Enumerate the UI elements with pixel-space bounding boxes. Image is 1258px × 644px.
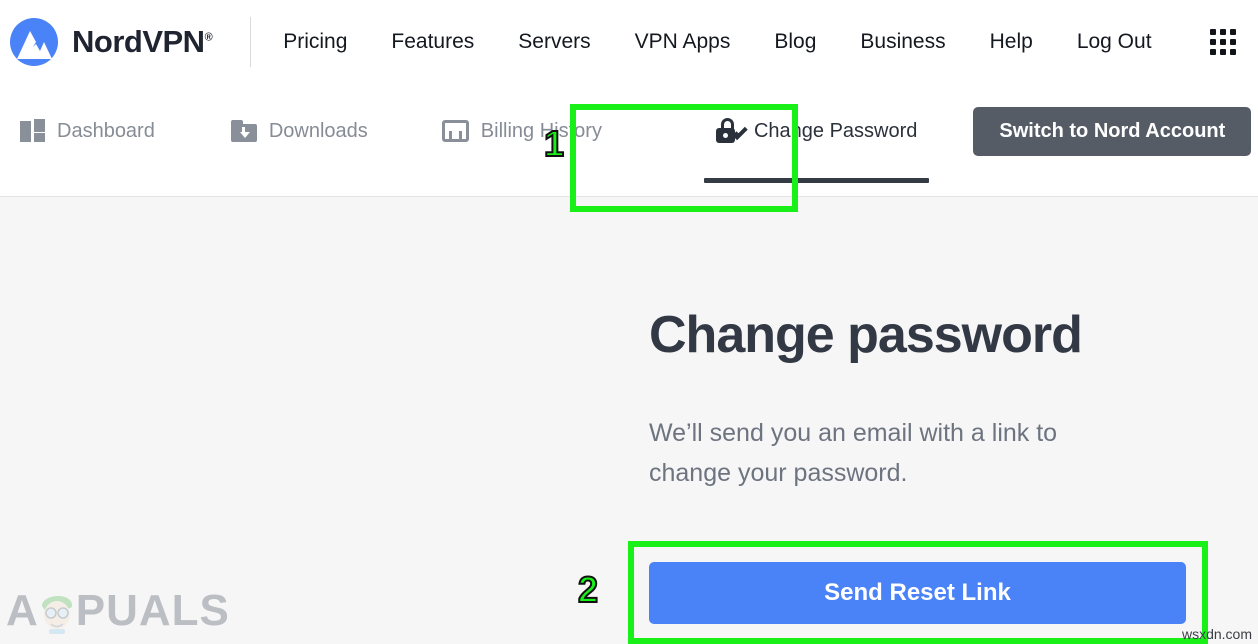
nav-link-servers[interactable]: Servers	[496, 30, 612, 54]
dashboard-grid-icon	[20, 118, 45, 142]
switch-to-nord-account-button[interactable]: Switch to Nord Account	[973, 107, 1252, 156]
page-description: We’ll send you an email with a link to c…	[649, 418, 1058, 488]
inbox-tray-icon	[441, 120, 469, 142]
top-header: NordVPN® Pricing Features Servers VPN Ap…	[0, 0, 1258, 83]
nav-link-vpn-apps[interactable]: VPN Apps	[613, 30, 753, 54]
brand-name: NordVPN®	[72, 23, 213, 59]
nav-link-help[interactable]: Help	[968, 30, 1055, 54]
active-tab-underline	[703, 178, 930, 183]
header-divider	[250, 16, 252, 67]
folder-download-icon	[230, 120, 257, 142]
main-navigation: Pricing Features Servers VPN Apps Blog B…	[261, 30, 1202, 54]
apps-grid-icon[interactable]	[1210, 28, 1236, 55]
tab-label-downloads: Downloads	[268, 119, 368, 142]
nav-link-business[interactable]: Business	[838, 30, 967, 54]
page-title: Change password	[649, 306, 1083, 364]
registered-mark: ®	[204, 31, 213, 44]
brand-logo[interactable]: NordVPN®	[6, 14, 213, 70]
nav-link-pricing[interactable]: Pricing	[261, 30, 369, 54]
lock-edit-icon	[715, 118, 748, 144]
sidebar-item-change-password[interactable]: Change Password	[703, 107, 930, 183]
nav-link-log-out[interactable]: Log Out	[1055, 30, 1174, 54]
nav-link-features[interactable]: Features	[369, 30, 496, 54]
send-reset-link-button[interactable]: Send Reset Link	[649, 562, 1186, 624]
change-password-panel: Change password We’ll send you an email …	[649, 308, 1189, 494]
nav-link-blog[interactable]: Blog	[752, 30, 838, 54]
sidebar-item-downloads[interactable]: Downloads	[219, 107, 380, 155]
sidebar-item-billing-history[interactable]: Billing History	[430, 107, 614, 155]
tab-label-billing-history: Billing History	[480, 119, 602, 142]
tab-label-change-password: Change Password	[753, 119, 918, 142]
sidebar-item-dashboard[interactable]: Dashboard	[8, 107, 167, 155]
tab-label-dashboard: Dashboard	[57, 119, 155, 142]
nordvpn-mountain-logo	[6, 14, 62, 70]
account-subnav: Dashboard Downloads Billing History Chan…	[0, 83, 1258, 197]
page-root: NordVPN® Pricing Features Servers VPN Ap…	[0, 0, 1258, 644]
